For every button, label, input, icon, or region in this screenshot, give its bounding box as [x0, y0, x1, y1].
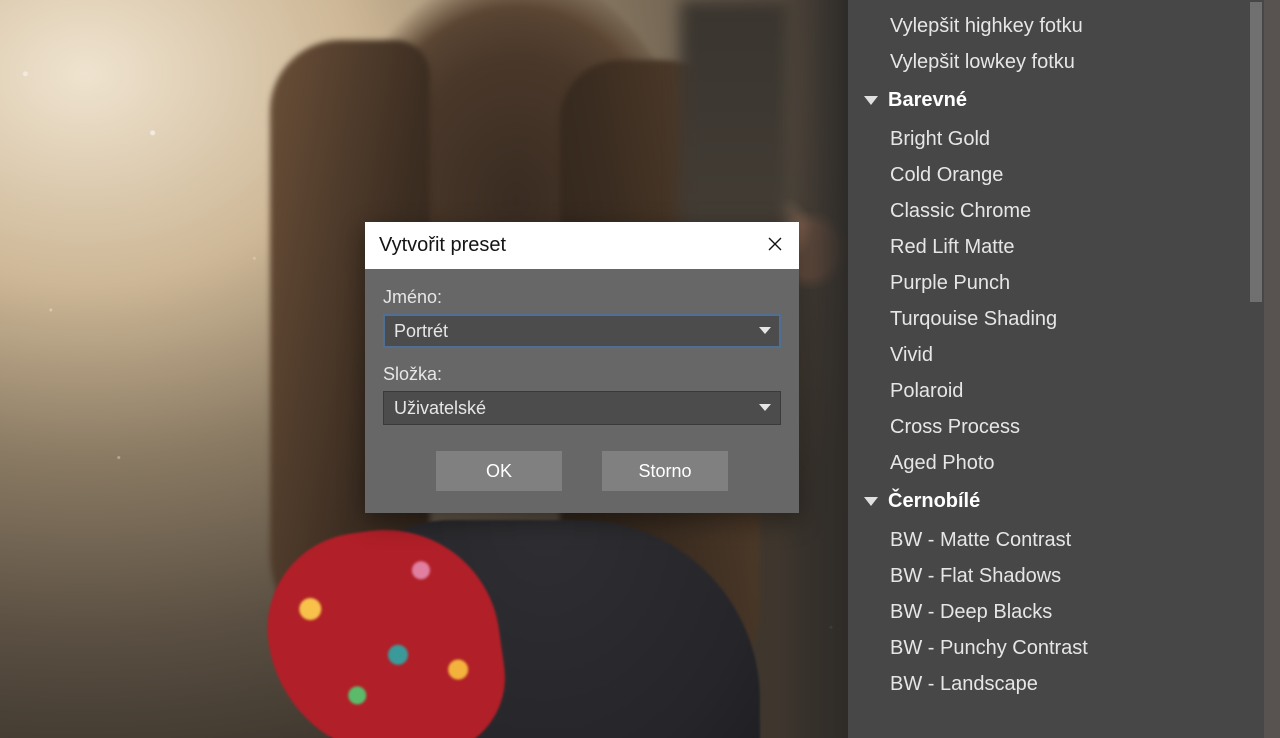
chevron-down-icon: [752, 392, 778, 424]
section-title: Černobílé: [888, 490, 980, 513]
name-value: Portrét: [394, 321, 448, 342]
dialog-title: Vytvořit preset: [379, 234, 506, 257]
preset-sidebar: Krajina Vylepšit highkey fotku Vylepšit …: [848, 0, 1264, 738]
preset-item[interactable]: BW - Landscape: [848, 666, 1248, 702]
cancel-button[interactable]: Storno: [602, 451, 728, 491]
dialog-body: Jméno: Portrét Složka: Uživatelské OK St…: [365, 269, 799, 513]
preset-item[interactable]: Krajina: [848, 0, 1248, 8]
section-title: Barevné: [888, 89, 967, 112]
preset-section-header[interactable]: Černobílé: [848, 481, 1248, 522]
close-button[interactable]: [751, 222, 799, 269]
preset-item[interactable]: Vylepšit lowkey fotku: [848, 44, 1248, 80]
preset-item[interactable]: Bright Gold: [848, 121, 1248, 157]
name-field: Jméno: Portrét: [383, 287, 781, 348]
preset-item[interactable]: Turqouise Shading: [848, 301, 1248, 337]
close-icon: [768, 234, 782, 257]
preset-item[interactable]: Red Lift Matte: [848, 229, 1248, 265]
folder-field: Složka: Uživatelské: [383, 364, 781, 425]
preset-item[interactable]: BW - Punchy Contrast: [848, 630, 1248, 666]
preset-item[interactable]: Cold Orange: [848, 157, 1248, 193]
scrollbar[interactable]: [1248, 0, 1264, 738]
preset-item[interactable]: Classic Chrome: [848, 193, 1248, 229]
dialog-buttons: OK Storno: [383, 451, 781, 491]
preset-section-header[interactable]: Barevné: [848, 80, 1248, 121]
folder-value: Uživatelské: [394, 398, 486, 419]
scroll-thumb[interactable]: [1250, 2, 1262, 302]
create-preset-dialog: Vytvořit preset Jméno: Portrét Složka: U…: [365, 222, 799, 513]
preset-item[interactable]: BW - Flat Shadows: [848, 558, 1248, 594]
preset-item[interactable]: BW - Deep Blacks: [848, 594, 1248, 630]
preset-item[interactable]: Purple Punch: [848, 265, 1248, 301]
chevron-down-icon: [752, 315, 778, 347]
preset-list: Krajina Vylepšit highkey fotku Vylepšit …: [848, 0, 1248, 702]
name-input[interactable]: Portrét: [383, 314, 781, 348]
preset-item[interactable]: Vylepšit highkey fotku: [848, 8, 1248, 44]
chevron-down-icon: [864, 490, 878, 513]
folder-select[interactable]: Uživatelské: [383, 391, 781, 425]
ok-button[interactable]: OK: [436, 451, 562, 491]
preset-item[interactable]: Cross Process: [848, 409, 1248, 445]
name-label: Jméno:: [383, 287, 781, 308]
preset-item[interactable]: Vivid: [848, 337, 1248, 373]
preset-item[interactable]: Aged Photo: [848, 445, 1248, 481]
folder-label: Složka:: [383, 364, 781, 385]
preset-item[interactable]: Polaroid: [848, 373, 1248, 409]
chevron-down-icon: [864, 89, 878, 112]
preset-item[interactable]: BW - Matte Contrast: [848, 522, 1248, 558]
dialog-titlebar[interactable]: Vytvořit preset: [365, 222, 799, 269]
